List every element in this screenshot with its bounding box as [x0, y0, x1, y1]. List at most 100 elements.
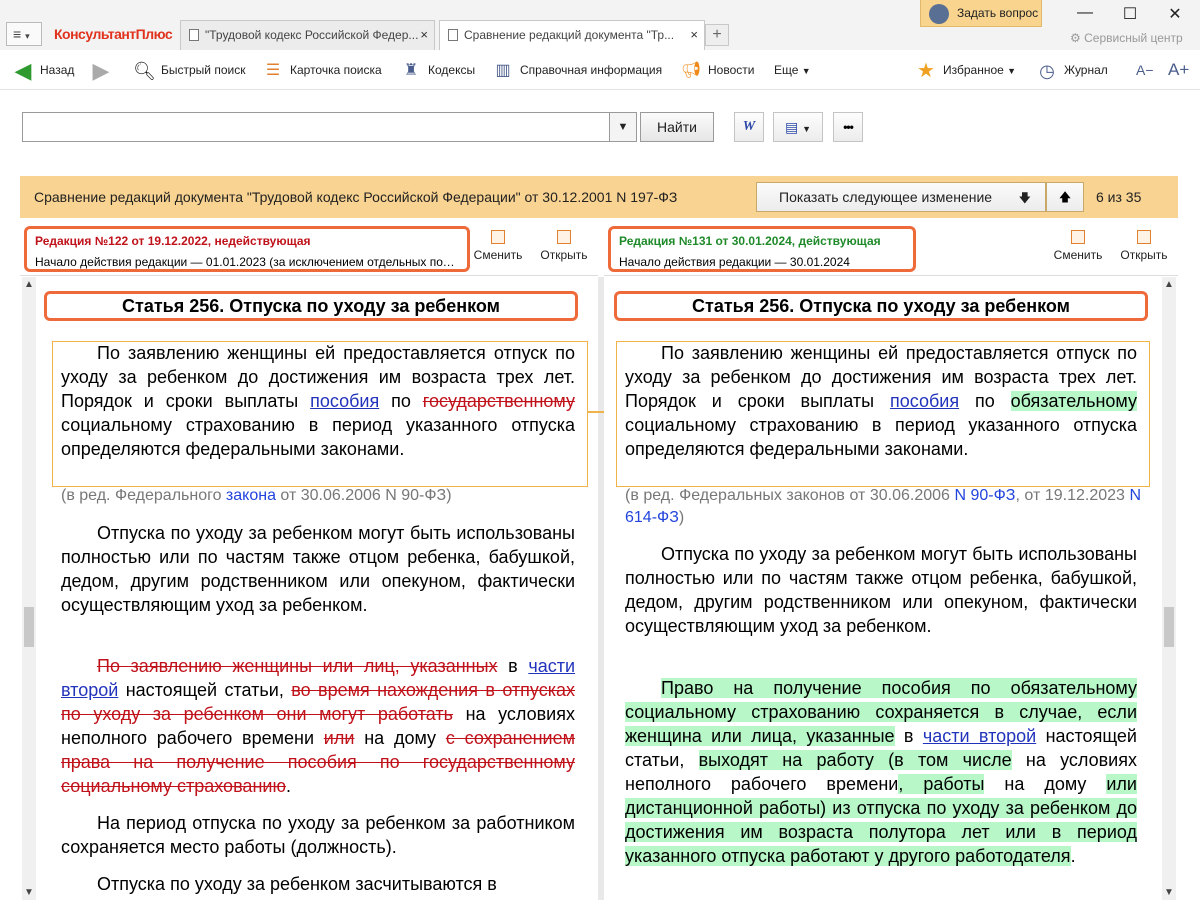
law-link[interactable]: закона — [226, 487, 276, 504]
left-vertical-scrollbar[interactable]: ▲ ▼ — [22, 277, 36, 900]
magnifier-icon: 🔍︎ — [133, 60, 156, 81]
quick-search-button[interactable]: 🔍︎ Быстрый поиск — [133, 58, 245, 82]
chevron-down-icon: ▼ — [802, 124, 812, 134]
scroll-thumb[interactable] — [1164, 607, 1174, 647]
previous-change-button[interactable]: 🡅 — [1046, 182, 1084, 212]
text-fragment: по — [379, 391, 423, 411]
search-history-dropdown[interactable]: ▼ — [609, 112, 637, 142]
text-fragment: , от 19.12.2023 — [1015, 487, 1130, 504]
arrow-left-icon: ◀ — [14, 57, 32, 83]
right-edition-date: Начало действия редакции — 30.01.2024 — [619, 255, 850, 269]
added-text: выходят на работу (в том числе — [698, 750, 1012, 770]
forward-button[interactable]: ▶ — [90, 58, 118, 82]
minimize-button[interactable]: — — [1070, 4, 1100, 22]
ask-question-button[interactable]: Задать вопрос — [920, 0, 1042, 27]
left-paragraph-4: На период отпуска по уходу за ребенком з… — [61, 813, 575, 857]
right-vertical-scrollbar[interactable]: ▲ ▼ — [1162, 277, 1176, 900]
favorites-button[interactable]: ★ Избранное ▼ — [915, 58, 1016, 82]
left-article-title: Статья 256. Отпуска по уходу за ребенком — [44, 291, 578, 321]
print-button[interactable]: ▤ ▼ — [773, 112, 823, 142]
left-edition-note: (в ред. Федерального закона от 30.06.200… — [61, 485, 581, 507]
left-edition-info: Редакция №122 от 19.12.2022, недействующ… — [24, 226, 470, 272]
left-open-button[interactable]: Открыть — [536, 228, 592, 262]
scroll-down-icon[interactable]: ▼ — [1162, 887, 1176, 898]
journal-label: Журнал — [1064, 63, 1108, 77]
open-document-icon — [1137, 230, 1151, 244]
emblem-icon: ♜ — [403, 61, 419, 79]
left-paragraph-5: Отпуска по уходу за ребенком засчитывают… — [97, 874, 497, 894]
books-icon: ▥ — [495, 61, 511, 79]
right-edition-header: Редакция №131 от 30.01.2024, действующая… — [604, 218, 1178, 276]
tab-label: Сравнение редакций документа "Тр... — [464, 28, 675, 42]
right-edition-info: Редакция №131 от 30.01.2024, действующая… — [608, 226, 916, 272]
tab-comparison[interactable]: Сравнение редакций документа "Тр... × — [439, 20, 705, 51]
deleted-text: или — [323, 728, 355, 748]
text-fragment: в — [894, 726, 923, 746]
arrow-right-icon: ▶ — [92, 57, 110, 83]
law-90-link[interactable]: N 90-ФЗ — [954, 487, 1015, 504]
left-paragraph-1: По заявлению женщины ей предоставляется … — [61, 341, 575, 461]
reference-info-label: Справочная информация — [520, 63, 663, 77]
left-change-button[interactable]: Сменить — [470, 228, 526, 262]
main-menu-button[interactable]: ≡ ▾ — [6, 22, 42, 46]
news-button[interactable]: 📢︎ Новости — [680, 58, 755, 82]
change-edition-icon — [491, 230, 505, 244]
change-edition-icon — [1071, 230, 1085, 244]
scroll-up-icon[interactable]: ▲ — [1162, 279, 1176, 290]
arrow-up-icon: 🡅 — [1058, 190, 1072, 204]
close-tab-icon[interactable]: × — [690, 21, 698, 49]
right-paragraph-2: Отпуска по уходу за ребенком могут быть … — [625, 544, 1137, 636]
search-card-button[interactable]: ☰ Карточка поиска — [262, 58, 382, 82]
codes-button[interactable]: ♜ Кодексы — [400, 58, 475, 82]
tab-labor-code[interactable]: "Трудовой кодекс Российской Федер... × — [180, 20, 435, 50]
service-center-link[interactable]: ⚙ Сервисный центр — [1070, 31, 1183, 45]
benefit-link[interactable]: пособия — [890, 391, 959, 411]
more-menu-button[interactable]: Еще ▼ — [774, 58, 811, 82]
font-increase-button[interactable]: A+ — [1168, 58, 1189, 82]
right-open-button[interactable]: Открыть — [1116, 228, 1172, 262]
added-text: обязательному — [1010, 391, 1138, 411]
scroll-thumb[interactable] — [24, 607, 34, 647]
consultant-avatar-icon — [929, 4, 949, 24]
tab-label: "Трудовой кодекс Российской Федер... — [205, 28, 419, 42]
find-button[interactable]: Найти — [640, 112, 714, 142]
font-decrease-button[interactable]: A− — [1136, 58, 1154, 82]
export-word-icon[interactable]: W — [734, 112, 764, 142]
close-window-button[interactable]: ✕ — [1160, 4, 1190, 24]
codes-label: Кодексы — [428, 63, 476, 77]
search-input[interactable] — [22, 112, 610, 142]
right-paragraph-3: Право на получение пособия по обязательн… — [625, 676, 1137, 868]
change-label: Сменить — [473, 248, 523, 262]
next-change-label: Показать следующее изменение — [779, 189, 993, 205]
printer-icon: ▤ — [784, 119, 799, 135]
favorites-label: Избранное — [943, 63, 1004, 77]
close-tab-icon[interactable]: × — [420, 21, 428, 49]
right-change-button[interactable]: Сменить — [1050, 228, 1106, 262]
benefit-link[interactable]: пособия — [310, 391, 379, 411]
add-tab-button[interactable]: + — [705, 24, 729, 46]
star-icon: ★ — [917, 59, 935, 82]
document-icon — [448, 29, 458, 41]
left-edition-name: Редакция №122 от 19.12.2022, недействующ… — [35, 234, 311, 248]
text-fragment: социальному страхованию в период указанн… — [61, 415, 575, 459]
journal-button[interactable]: ◷ Журнал — [1036, 58, 1108, 82]
more-label: Еще — [774, 63, 799, 77]
gear-icon: ⚙ — [1070, 31, 1081, 45]
part-two-link[interactable]: части второй — [923, 726, 1036, 746]
search-card-label: Карточка поиска — [290, 63, 382, 77]
scroll-down-icon[interactable]: ▼ — [22, 887, 36, 898]
reference-info-button[interactable]: ▥ Справочная информация — [492, 58, 662, 82]
more-options-icon[interactable]: ••• — [833, 112, 863, 142]
brand-logo: КонсультантПлюс — [46, 20, 176, 50]
right-document-pane: Статья 256. Отпуска по уходу за ребенком… — [604, 277, 1160, 900]
back-button[interactable]: ◀ Назад — [12, 57, 75, 83]
menu-icon: ≡ — [13, 26, 22, 42]
search-card-icon: ☰ — [265, 61, 281, 79]
maximize-button[interactable]: ☐ — [1115, 4, 1145, 24]
text-fragment: на дому — [984, 774, 1107, 794]
right-edition-note: (в ред. Федеральных законов от 30.06.200… — [625, 485, 1141, 529]
scroll-up-icon[interactable]: ▲ — [22, 279, 36, 290]
next-change-button[interactable]: Показать следующее изменение 🡇 — [756, 182, 1046, 212]
title-bar: ≡ ▾ КонсультантПлюс "Трудовой кодекс Рос… — [0, 0, 1200, 51]
left-paragraph-2: Отпуска по уходу за ребенком могут быть … — [61, 523, 575, 615]
